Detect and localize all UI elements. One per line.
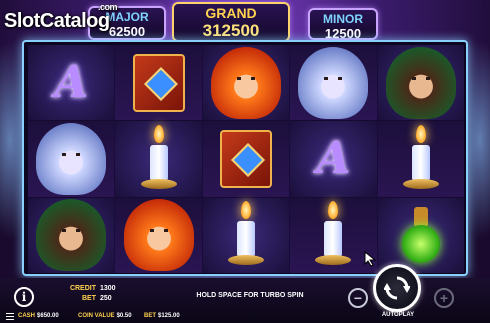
reel-cell: A	[290, 121, 377, 198]
letter-a-symbol: A	[316, 133, 351, 185]
spin-button[interactable]	[373, 264, 421, 312]
jackpot-minor: MINOR 12500	[308, 8, 378, 41]
bet-decrease-button[interactable]: −	[348, 288, 368, 308]
earth-witch-symbol	[385, 46, 456, 119]
jackpot-grand-label: GRAND	[205, 5, 257, 21]
ice-witch-symbol	[36, 122, 107, 195]
reel-cell	[28, 197, 115, 273]
candle-symbol	[401, 124, 441, 193]
bet-increase-button[interactable]: +	[434, 288, 454, 308]
reel-frame: AA	[22, 40, 468, 276]
letter-a-symbol: A	[54, 57, 89, 109]
reel-cell	[202, 121, 290, 198]
status-bet-value: $125.00	[158, 313, 180, 319]
spin-arrows-icon	[384, 276, 410, 300]
jackpot-grand-value: 312500	[202, 21, 260, 40]
ice-witch-symbol	[298, 46, 369, 119]
autoplay-button[interactable]: AUTOPLAY	[378, 312, 418, 318]
reel-cell	[115, 45, 202, 122]
status-cash: CASH $650.00	[18, 313, 59, 319]
potion-symbol	[398, 203, 444, 267]
mouse-cursor-icon	[364, 251, 377, 267]
reel-cell	[28, 121, 115, 198]
status-bet-label: BET	[144, 313, 156, 319]
fire-witch-symbol	[211, 46, 282, 119]
reel-cell	[377, 197, 465, 273]
candle-symbol	[139, 124, 179, 193]
status-line: CASH $650.00 COIN VALUE $0.50 BET $125.00	[0, 312, 340, 323]
reel-3	[202, 45, 291, 273]
status-coin-value-label: COIN VALUE	[78, 313, 115, 319]
credit-bet-panel: CREDIT 1300 BET 250	[62, 284, 142, 304]
reel-cell	[115, 197, 202, 273]
jackpot-minor-value: 12500	[324, 26, 362, 41]
status-bet: BET $125.00	[144, 313, 180, 319]
watermark-text: SlotCatalog	[4, 10, 110, 32]
credit-label: CREDIT	[69, 285, 96, 292]
reel-cell: A	[28, 45, 115, 122]
reel-cell	[377, 121, 465, 198]
reel-cell	[202, 45, 290, 122]
status-cash-value: $650.00	[37, 313, 59, 319]
spell-book-symbol	[220, 129, 273, 188]
reel-1: A	[28, 45, 116, 273]
status-coin-value-value: $0.50	[116, 313, 132, 319]
earth-witch-symbol	[36, 199, 107, 272]
watermark: SlotCatalog .com	[4, 2, 154, 40]
candle-symbol	[226, 201, 266, 269]
credit-value: 1300	[100, 285, 116, 292]
turbo-spin-hint: HOLD SPACE FOR TURBO SPIN	[196, 292, 304, 299]
spell-book-symbol	[132, 53, 185, 112]
bet-label: BET	[82, 295, 96, 302]
reel-2	[115, 45, 203, 273]
reel-cell	[290, 45, 377, 122]
reels-grid: AA	[28, 45, 465, 273]
status-cash-label: CASH	[18, 313, 36, 319]
reel-5	[377, 45, 465, 273]
jackpot-minor-label: MINOR	[323, 12, 363, 26]
bet-value: 250	[100, 295, 112, 302]
watermark-suffix: .com	[98, 2, 118, 12]
status-coin-value: COIN VALUE $0.50	[78, 313, 132, 319]
candle-symbol	[313, 201, 353, 269]
reel-cell	[377, 45, 465, 122]
info-button[interactable]: i	[14, 287, 34, 307]
reel-cell	[115, 121, 202, 198]
fire-witch-symbol	[123, 199, 194, 272]
game-stage: MAJOR 62500 GRAND 312500 MINOR 12500 Slo…	[0, 0, 490, 323]
jackpot-grand: GRAND 312500	[172, 2, 290, 42]
reel-cell	[202, 197, 290, 273]
reel-4: A	[290, 45, 378, 273]
